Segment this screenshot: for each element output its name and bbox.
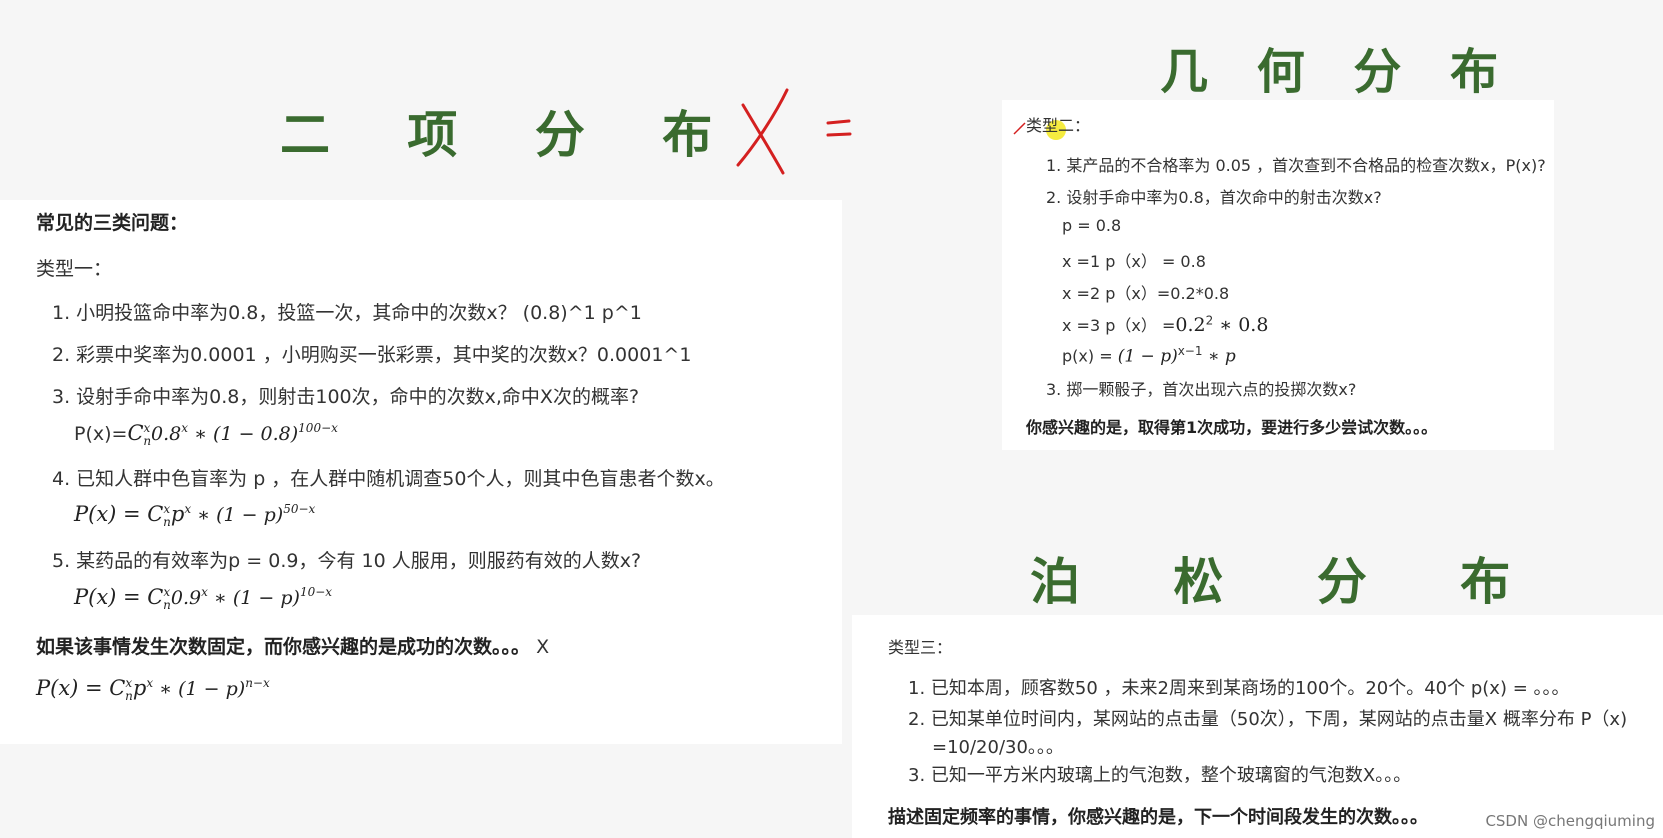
poisson-item-2-cont: =10/20/30。。。 (932, 737, 1064, 758)
title-geometric: 几 何 分 布 (1160, 44, 1515, 100)
binomial-item-4: 4. 已知人群中色盲率为 p ，在人群中随机调查50个人，则其中色盲患者个数x。 (52, 468, 725, 490)
geometric-panel: 类型二： 1. 某产品的不合格率为 0.05 ，首次查到不合格品的检查次数x，P… (1002, 100, 1554, 450)
binomial-item-1: 1. 小明投篮命中率为0.8，投篮一次，其命中的次数x？ (0.8)^1 p^1 (52, 302, 642, 324)
geometric-px: p(x) = (1 − p)x−1 ∗ p (1062, 344, 1236, 367)
poisson-summary: 描述固定频率的事情，你感兴趣的是，下一个时间段发生的次数。。。 (888, 807, 1428, 828)
csdn-watermark: CSDN @chengqiuming (1485, 812, 1655, 830)
geometric-summary: 你感兴趣的是，取得第1次成功，要进行多少尝试次数。。。 (1026, 418, 1438, 437)
binomial-formula-4: P(x) = Cxnpx ∗ (1 − p)50−x (74, 502, 316, 530)
geometric-x3: x =3 p（x） =0.22 ∗ 0.8 (1062, 313, 1269, 336)
title-poisson: 泊 松 分 布 (1030, 553, 1549, 611)
handwritten-x-icon (736, 88, 789, 175)
poisson-item-2: 2. 已知某单位时间内，某网站的点击量（50次），下周，某网站的点击量X 概率分… (908, 709, 1628, 730)
title-binomial: 二 项 分 布 (280, 106, 743, 164)
binomial-heading: 常见的三类问题： (36, 212, 189, 234)
handwritten-equals-icon (826, 119, 852, 137)
poisson-item-3: 3. 已知一平方米内玻璃上的气泡数，整个玻璃窗的气泡数X。。。 (908, 765, 1412, 786)
geometric-type-label: 类型二： (1026, 116, 1091, 135)
geometric-item-1: 1. 某产品的不合格率为 0.05 ，首次查到不合格品的检查次数x，P(x)? (1046, 156, 1546, 175)
poisson-type-label: 类型三： (888, 638, 953, 657)
geometric-item-2: 2. 设射手命中率为0.8，首次命中的射击次数x? (1046, 188, 1382, 207)
binomial-formula-3: P(x)=Cxn0.8x ∗ (1 − 0.8)100−x (74, 421, 338, 449)
geometric-x1: x =1 p（x） = 0.8 (1062, 252, 1206, 271)
binomial-panel: 常见的三类问题： 类型一： 1. 小明投篮命中率为0.8，投篮一次，其命中的次数… (0, 200, 842, 744)
geometric-x2: x =2 p（x）=0.2*0.8 (1062, 284, 1230, 303)
geometric-p-line: p = 0.8 (1062, 216, 1122, 235)
poisson-item-1: 1. 已知本周，顾客数50 ，未来2周来到某商场的100个。20个。40个 p(… (908, 678, 1570, 699)
binomial-item-2: 2. 彩票中奖率为0.0001 ，小明购买一张彩票，其中奖的次数x？0.0001… (52, 344, 692, 366)
geometric-item-3: 3. 掷一颗骰子，首次出现六点的投掷次数x? (1046, 380, 1357, 399)
binomial-item-3: 3. 设射手命中率为0.8，则射击100次，命中的次数x,命中X次的概率? (52, 386, 640, 408)
poisson-panel: 类型三： 1. 已知本周，顾客数50 ，未来2周来到某商场的100个。20个。4… (852, 615, 1663, 838)
binomial-formula-5: P(x) = Cxn0.9x ∗ (1 − p)10−x (74, 585, 333, 613)
binomial-type-label: 类型一： (36, 258, 113, 280)
binomial-item-5: 5. 某药品的有效率为p = 0.9，今有 10 人服用，则服药有效的人数x? (52, 550, 642, 572)
binomial-general-formula: P(x) = Cxnpx ∗ (1 − p)n−x (36, 676, 270, 704)
binomial-summary: 如果该事情发生次数固定，而你感兴趣的是成功的次数。。。 X (36, 636, 550, 658)
